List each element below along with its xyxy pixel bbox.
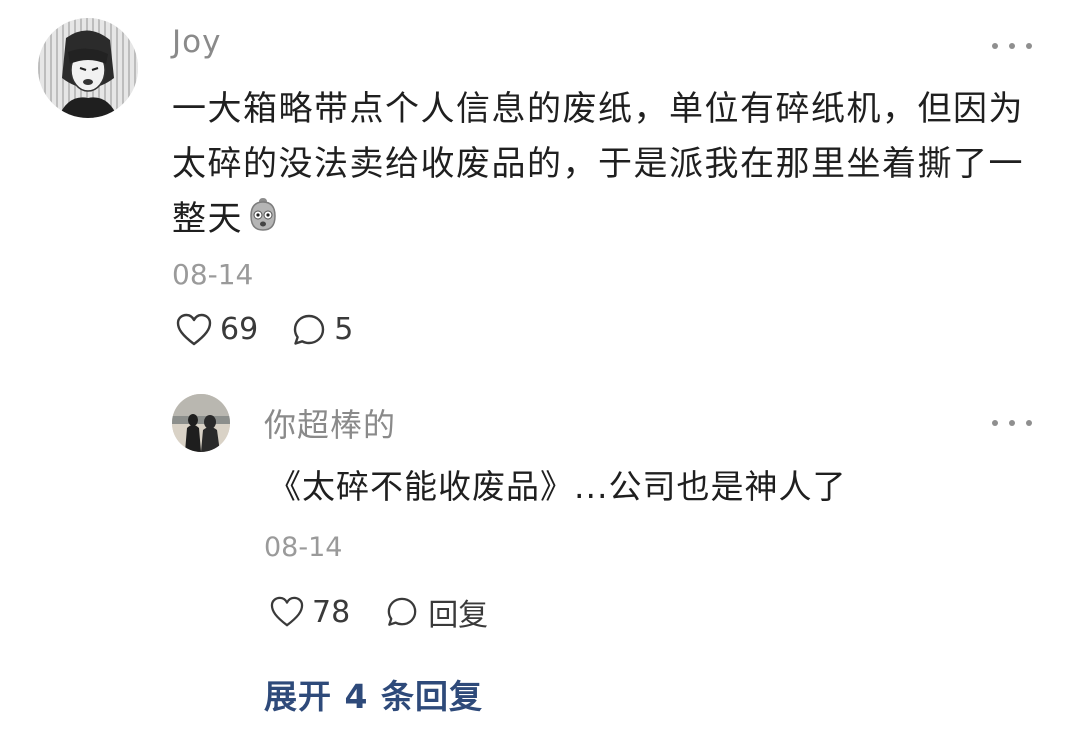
reply-like-count: 78 — [312, 594, 351, 630]
like-count: 69 — [220, 312, 259, 347]
comment-bubble-icon — [293, 314, 325, 345]
reply-avatar-image — [172, 394, 230, 452]
avatar[interactable] — [38, 18, 138, 118]
more-options-button[interactable] — [992, 36, 1032, 56]
reply-avatar[interactable] — [172, 394, 230, 452]
heart-icon — [270, 596, 304, 627]
more-dots-icon — [992, 420, 998, 426]
comment-date: 08-14 — [172, 258, 254, 291]
comment-text-content: 一大箱略带点个人信息的废纸，单位有碎纸机，但因为太碎的没法卖给收废品的，于是派我… — [172, 89, 1024, 239]
reply-text: 《太碎不能收废品》...公司也是神人了 — [268, 467, 847, 506]
comment-count-button[interactable]: 5 — [292, 312, 353, 347]
avatar-image — [38, 18, 138, 118]
heart-icon — [176, 313, 212, 345]
frightened-face-emoji — [250, 198, 276, 231]
reply-author[interactable]: 你超棒的 — [264, 400, 396, 446]
comment-bubble-icon — [387, 597, 417, 626]
reply-label: 回复 — [428, 598, 489, 633]
like-button[interactable]: 69 — [176, 312, 258, 347]
expand-replies-link[interactable]: 展开 4 条回复 — [264, 670, 483, 718]
reply-actions: 78 回复 — [270, 590, 488, 634]
comment-author[interactable]: Joy — [172, 24, 221, 60]
reply-date: 08-14 — [264, 532, 343, 563]
comment-text: 一大箱略带点个人信息的废纸，单位有碎纸机，但因为太碎的没法卖给收废品的，于是派我… — [172, 82, 1042, 247]
comment-thread: Joy 一大箱略带点个人信息的废纸，单位有碎纸机，但因为太碎的没法卖给收废品的，… — [0, 0, 1080, 738]
reply-button[interactable]: 回复 — [386, 590, 488, 634]
reply-like-button[interactable]: 78 — [270, 595, 350, 630]
comment-count: 5 — [334, 312, 354, 347]
reply-more-options-button[interactable] — [992, 413, 1032, 433]
comment-actions: 69 5 — [176, 312, 353, 347]
more-dots-icon — [992, 43, 998, 49]
